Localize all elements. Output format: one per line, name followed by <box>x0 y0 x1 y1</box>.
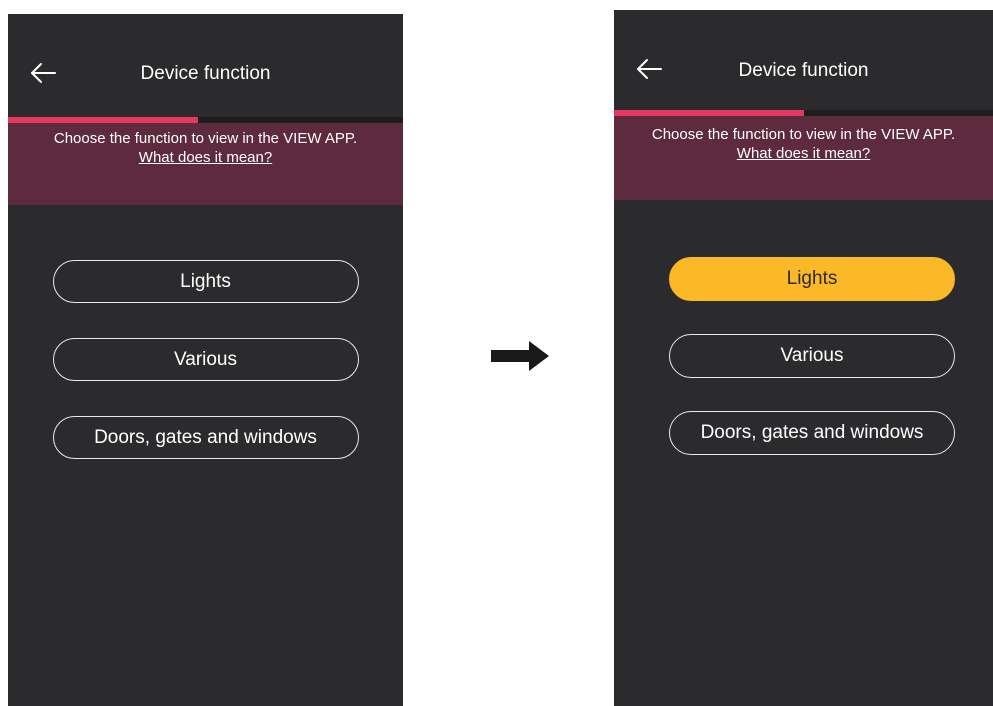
screen-before: Device function Choose the function to v… <box>8 14 403 706</box>
function-options: Lights Various Doors, gates and windows <box>8 205 403 459</box>
option-doors-gates-windows-button[interactable]: Doors, gates and windows <box>669 411 955 455</box>
progress-bar <box>614 110 993 116</box>
progress-bar <box>8 117 403 123</box>
info-banner: Choose the function to view in the VIEW … <box>614 116 993 200</box>
comparison-stage: Device function Choose the function to v… <box>0 0 993 706</box>
option-lights-button[interactable]: Lights <box>52 260 359 303</box>
app-header: Device function <box>8 14 403 117</box>
what-does-it-mean-link[interactable]: What does it mean? <box>139 149 272 166</box>
progress-fill <box>614 110 804 116</box>
info-banner: Choose the function to view in the VIEW … <box>8 123 403 205</box>
banner-text: Choose the function to view in the VIEW … <box>53 130 358 147</box>
option-doors-gates-windows-button[interactable]: Doors, gates and windows <box>52 416 359 459</box>
option-lights-button[interactable]: Lights <box>669 257 955 301</box>
what-does-it-mean-link[interactable]: What does it mean? <box>737 145 870 162</box>
page-title: Device function <box>140 63 271 84</box>
progress-fill <box>8 117 198 123</box>
app-header: Device function <box>614 10 993 110</box>
arrow-right-icon <box>491 341 549 371</box>
option-various-button[interactable]: Various <box>52 338 359 381</box>
page-title: Device function <box>738 60 869 81</box>
function-options: Lights Various Doors, gates and windows <box>614 200 993 455</box>
screen-after: Device function Choose the function to v… <box>614 10 993 706</box>
option-various-button[interactable]: Various <box>669 334 955 378</box>
banner-text: Choose the function to view in the VIEW … <box>651 126 956 143</box>
